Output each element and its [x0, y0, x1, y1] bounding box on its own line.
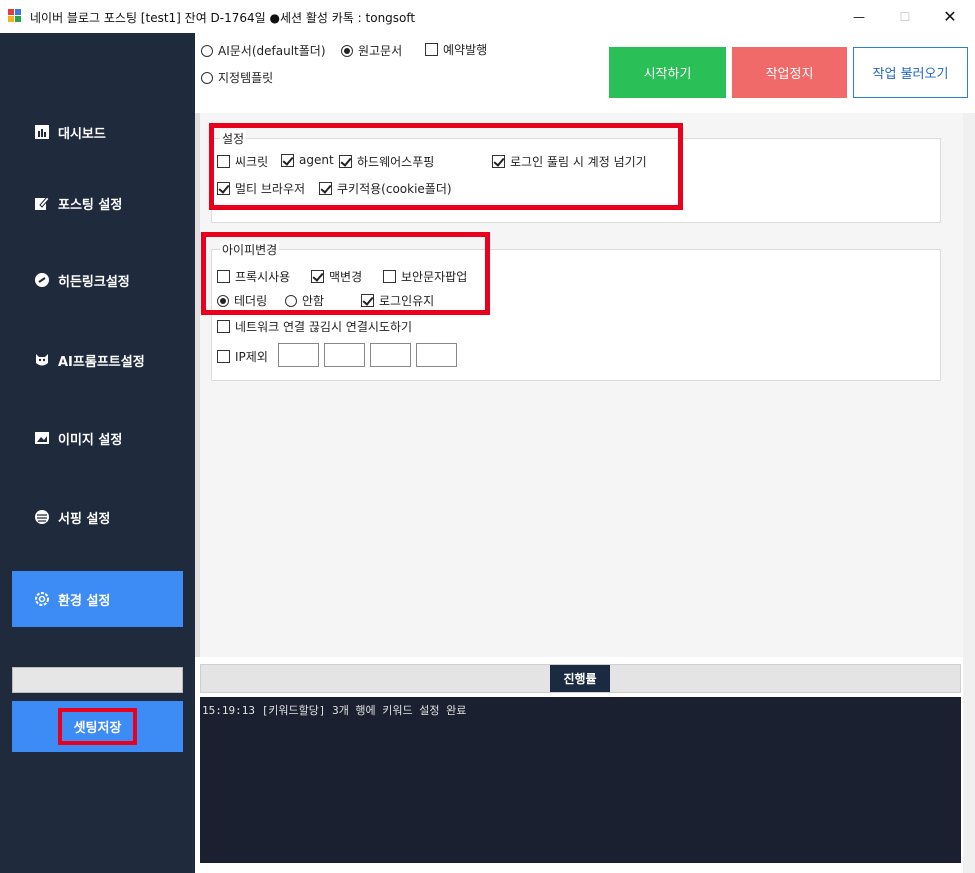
log-line: 15:19:13 [키워드할당] 3개 행에 키워드 설정 완료 [202, 704, 467, 717]
checkbox-label: IP제외 [235, 350, 268, 364]
sidebar-item-hidden-link[interactable]: 히든링크설정 [12, 252, 183, 308]
save-settings-button[interactable]: 셋팅저장 [57, 708, 138, 745]
radio-ai-document[interactable]: AI문서(default폴더) [201, 42, 326, 59]
minimize-icon: — [853, 9, 865, 24]
radio-label: 원고문서 [358, 44, 403, 58]
sidebar-item-image[interactable]: 이미지 설정 [12, 410, 183, 466]
image-icon [34, 430, 50, 446]
sidebar-item-label: 서핑 설정 [58, 511, 111, 527]
log-panel[interactable]: 15:19:13 [키워드할당] 3개 행에 키워드 설정 완료 [200, 697, 961, 863]
close-button[interactable]: ✕ [927, 0, 973, 33]
save-settings-area: 셋팅저장 [12, 701, 183, 752]
dashboard-icon [34, 124, 50, 140]
checkbox-box [217, 350, 230, 363]
radio-circle [341, 44, 353, 57]
radio-circle [201, 71, 213, 84]
highlight-box-ip [201, 232, 490, 315]
title-bar: 네이버 블로그 포스팅 [test1] 잔여 D-1764일 ●세션 활성 카톡… [0, 0, 975, 33]
start-button[interactable]: 시작하기 [609, 47, 726, 98]
surf-icon [34, 509, 50, 525]
checkbox-schedule[interactable]: 예약발행 [425, 41, 487, 58]
sidebar-item-label: AI프롬프트설정 [58, 354, 145, 370]
ip-octet-input-4[interactable] [416, 343, 457, 367]
load-job-button[interactable]: 작업 불러오기 [853, 47, 968, 98]
stop-button[interactable]: 작업정지 [732, 47, 847, 98]
checkbox-box [217, 320, 230, 333]
checkbox-ip-exclude[interactable]: IP제외 [217, 348, 268, 365]
sidebar-item-environment[interactable]: 환경 설정 [12, 571, 183, 627]
highlight-box-settings [209, 123, 683, 210]
window-title: 네이버 블로그 포스팅 [test1] 잔여 D-1764일 ●세션 활성 카톡… [30, 11, 416, 25]
radio-circle [201, 44, 213, 57]
checkbox-network-reconnect[interactable]: 네트워크 연결 끊김시 연결시도하기 [217, 318, 412, 335]
maximize-button[interactable]: ☐ [882, 0, 928, 33]
close-icon: ✕ [943, 7, 957, 26]
robot-icon [34, 352, 50, 368]
scroll-strip [963, 113, 975, 873]
app-icon [8, 9, 22, 23]
sidebar-text-input[interactable] [12, 667, 183, 693]
sidebar-item-posting[interactable]: 포스팅 설정 [12, 175, 183, 231]
sidebar-item-label: 이미지 설정 [58, 432, 123, 448]
sidebar-item-label: 포스팅 설정 [58, 197, 123, 213]
minimize-button[interactable]: — [836, 0, 882, 33]
maximize-icon: ☐ [899, 9, 911, 24]
ip-octet-input-2[interactable] [324, 343, 365, 367]
sidebar-item-label: 대시보드 [58, 126, 106, 142]
sidebar-item-dashboard[interactable]: 대시보드 [12, 104, 183, 160]
gear-icon [34, 591, 50, 607]
radio-label: AI문서(default폴더) [218, 44, 326, 58]
checkbox-label: 예약발행 [443, 43, 488, 57]
sidebar-item-label: 환경 설정 [58, 593, 111, 609]
checkbox-label: 네트워크 연결 끊김시 연결시도하기 [235, 320, 413, 334]
sidebar-item-ai-prompt[interactable]: AI프롬프트설정 [12, 332, 183, 388]
radio-template[interactable]: 지정템플릿 [201, 69, 273, 86]
progress-label: 진행률 [550, 665, 610, 692]
ip-octet-input-1[interactable] [278, 343, 319, 367]
checkbox-box [425, 43, 438, 56]
edit-icon [34, 195, 50, 211]
sidebar-item-label: 히든링크설정 [58, 274, 130, 290]
sidebar-item-surfing[interactable]: 서핑 설정 [12, 489, 183, 545]
ip-octet-input-3[interactable] [370, 343, 411, 367]
link-icon [34, 272, 50, 288]
radio-manuscript[interactable]: 원고문서 [341, 42, 402, 59]
radio-label: 지정템플릿 [218, 71, 274, 85]
